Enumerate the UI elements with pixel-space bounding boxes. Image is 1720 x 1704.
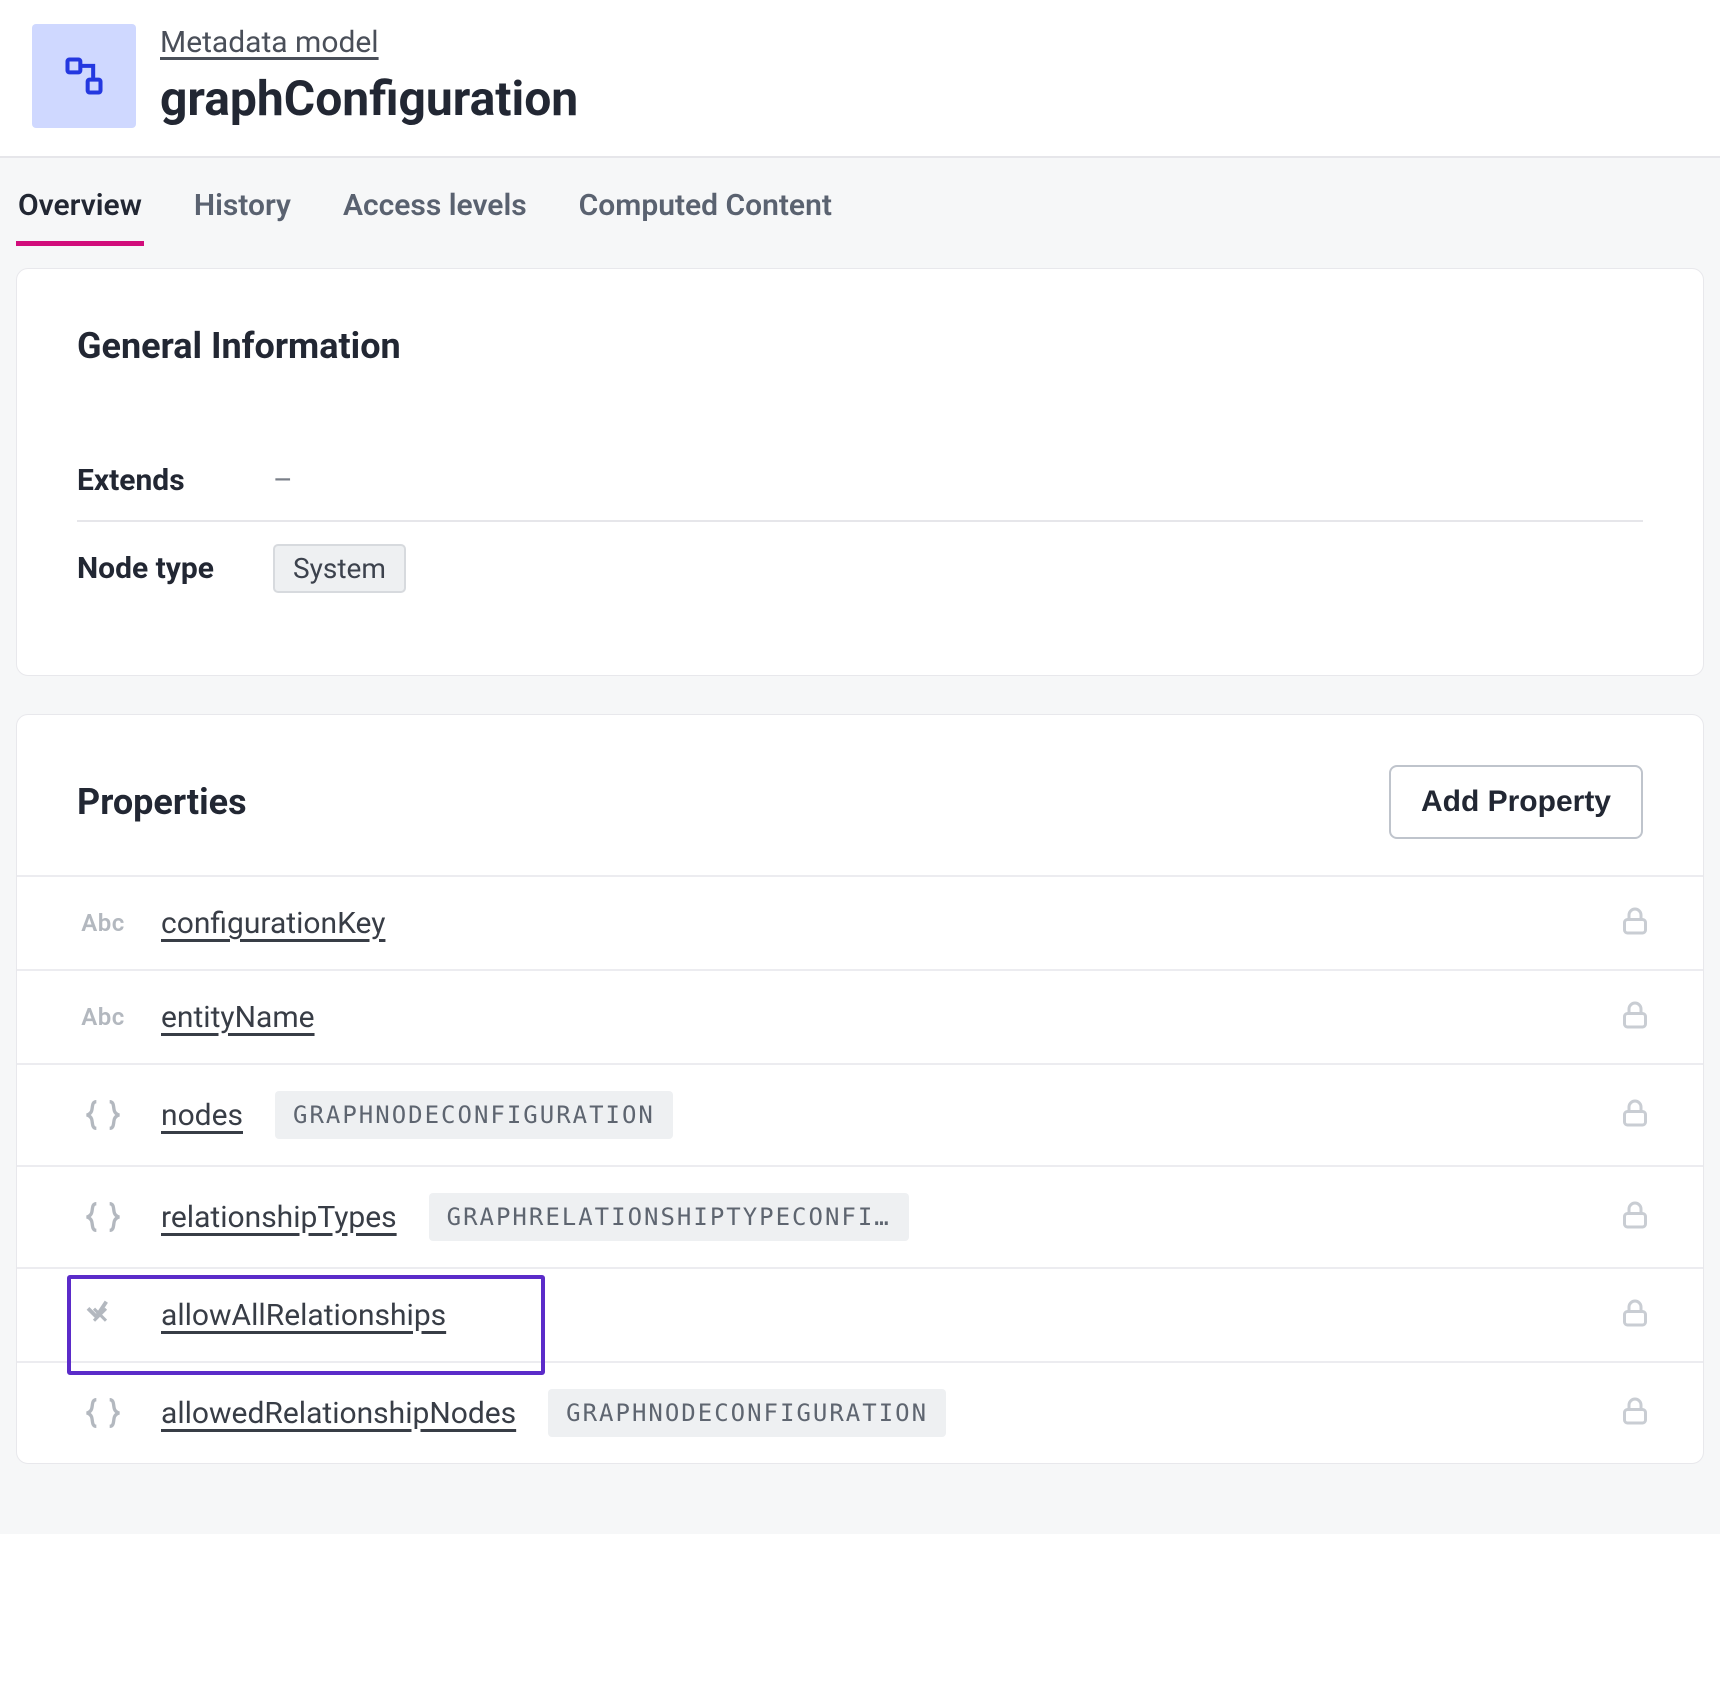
tab-bar: Overview History Access levels Computed … <box>0 158 1720 246</box>
extends-row: Extends – <box>77 441 1643 520</box>
boolean-type-icon <box>77 1295 129 1335</box>
property-link[interactable]: allowAllRelationships <box>161 1298 446 1333</box>
property-row[interactable]: nodes GRAPHNODECONFIGURATION <box>17 1063 1703 1165</box>
property-row[interactable]: Abc entityName <box>17 969 1703 1063</box>
tab-computed-content[interactable]: Computed Content <box>577 178 834 246</box>
page-header: Metadata model graphConfiguration <box>0 0 1720 158</box>
nodetype-chip: System <box>273 544 406 593</box>
lock-icon <box>1617 997 1653 1037</box>
properties-card: Properties Add Property Abc configuratio… <box>16 714 1704 1464</box>
lock-icon <box>1617 903 1653 943</box>
text-type-icon: Abc <box>77 909 129 937</box>
property-row[interactable]: allowedRelationshipNodes GRAPHNODECONFIG… <box>17 1361 1703 1463</box>
type-badge: GRAPHNODECONFIGURATION <box>275 1091 673 1139</box>
property-link[interactable]: nodes <box>161 1098 243 1133</box>
nodetype-row: Node type System <box>77 520 1643 615</box>
object-type-icon <box>77 1393 129 1433</box>
general-info-card: General Information Extends – Node type … <box>16 268 1704 676</box>
add-property-button[interactable]: Add Property <box>1389 765 1643 839</box>
tab-history[interactable]: History <box>192 178 293 246</box>
header-text: Metadata model graphConfiguration <box>160 25 578 127</box>
property-row[interactable]: relationshipTypes GRAPHRELATIONSHIPTYPEC… <box>17 1165 1703 1267</box>
general-section-title: General Information <box>77 325 1643 367</box>
property-link[interactable]: entityName <box>161 1000 315 1035</box>
object-type-icon <box>77 1197 129 1237</box>
extends-value: – <box>273 463 293 498</box>
properties-section-title: Properties <box>77 781 247 823</box>
type-badge: GRAPHRELATIONSHIPTYPECONFI… <box>429 1193 909 1241</box>
tab-access-levels[interactable]: Access levels <box>341 178 529 246</box>
lock-icon <box>1617 1197 1653 1237</box>
page-title: graphConfiguration <box>160 70 578 127</box>
property-row[interactable]: Abc configurationKey <box>17 875 1703 969</box>
tab-overview[interactable]: Overview <box>16 178 144 246</box>
property-link[interactable]: configurationKey <box>161 906 385 941</box>
lock-icon <box>1617 1295 1653 1335</box>
type-badge: GRAPHNODECONFIGURATION <box>548 1389 946 1437</box>
property-link[interactable]: allowedRelationshipNodes <box>161 1396 516 1431</box>
lock-icon <box>1617 1393 1653 1433</box>
object-type-icon <box>77 1095 129 1135</box>
lock-icon <box>1617 1095 1653 1135</box>
nodetype-label: Node type <box>77 551 237 586</box>
property-link[interactable]: relationshipTypes <box>161 1200 397 1235</box>
body-area: General Information Extends – Node type … <box>0 246 1720 1534</box>
extends-label: Extends <box>77 463 237 498</box>
property-row-highlighted[interactable]: allowAllRelationships <box>17 1267 1703 1361</box>
property-list: Abc configurationKey Abc entityName <box>17 875 1703 1463</box>
model-icon <box>32 24 136 128</box>
text-type-icon: Abc <box>77 1003 129 1031</box>
breadcrumb-link[interactable]: Metadata model <box>160 25 578 60</box>
